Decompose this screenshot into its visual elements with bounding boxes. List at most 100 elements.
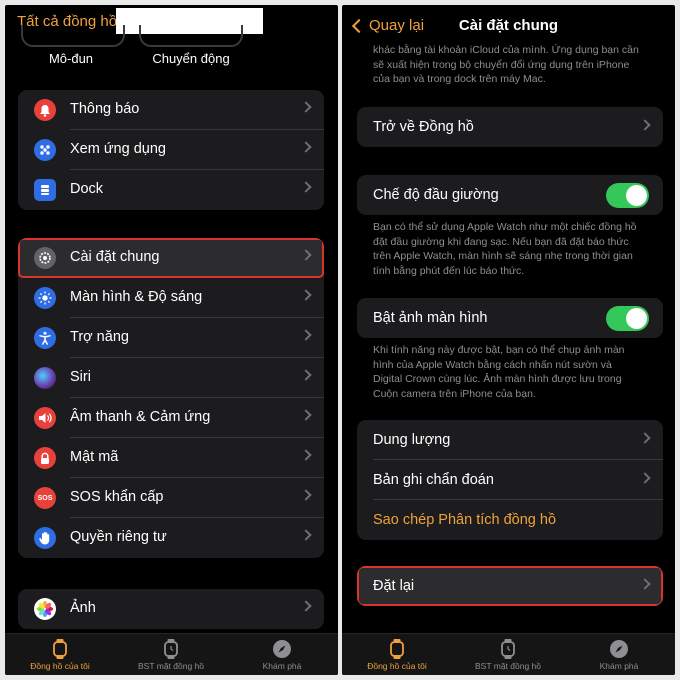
- menu-item-label: Trợ năng: [70, 329, 129, 345]
- screenshots-description: Khi tính năng này được bật, bạn có thể c…: [373, 344, 625, 400]
- menu-item-label: Âm thanh & Cảm ứng: [70, 409, 211, 425]
- chevron-right-icon: [639, 472, 651, 484]
- chevron-right-icon: [300, 449, 312, 461]
- compass-icon: [273, 640, 291, 658]
- menu-item-dock[interactable]: Dock: [18, 170, 324, 210]
- chevron-right-icon: [300, 489, 312, 501]
- chevron-right-icon: [300, 600, 312, 612]
- reset-group: Đặt lại: [357, 566, 663, 606]
- copy-watch-analytics-item[interactable]: Sao chép Phân tích đồng hồ: [357, 500, 663, 540]
- settings-group-2: Cài đặt chung Màn hình & Độ sáng Trợ năn…: [18, 238, 324, 558]
- chevron-right-icon: [639, 119, 651, 131]
- hand-icon: [34, 527, 56, 549]
- modules-button[interactable]: [21, 25, 125, 47]
- right-header: Quay lại Cài đặt chung: [342, 5, 675, 47]
- sos-icon: SOS: [34, 487, 56, 509]
- reset-item[interactable]: Đặt lại: [357, 566, 663, 606]
- watch-face-icon: [501, 639, 515, 659]
- menu-item-general[interactable]: Cài đặt chung: [18, 238, 324, 278]
- top-button-labels: Mô-đun Chuyển động: [5, 51, 338, 71]
- chevron-right-icon: [300, 101, 312, 113]
- tab-label: BST mặt đồng hồ: [138, 661, 204, 671]
- watch-icon: [53, 639, 67, 659]
- menu-item-accessibility[interactable]: Trợ năng: [18, 318, 324, 358]
- left-screen: Tất cả đồng hồ Mô-đun Chuyển động Thông …: [5, 5, 338, 675]
- siri-icon: [34, 367, 56, 389]
- menu-item-photos[interactable]: Ảnh: [18, 589, 324, 629]
- item-label: Chế độ đầu giường: [373, 187, 499, 203]
- handoff-description: khác bằng tài khoản iCloud của mình. Ứng…: [373, 44, 639, 86]
- tab-my-watch[interactable]: Đồng hồ của tôi: [5, 636, 115, 671]
- menu-item-notifications[interactable]: Thông báo: [18, 90, 324, 130]
- bell-icon: [34, 99, 56, 121]
- toggle-knob: [626, 308, 647, 329]
- tab-label: Đồng hồ của tôi: [30, 661, 90, 671]
- menu-item-label: Thông báo: [70, 101, 140, 117]
- tab-discover[interactable]: Khám phá: [227, 636, 337, 671]
- menu-item-emergency-sos[interactable]: SOS SOS khẩn cấp: [18, 478, 324, 518]
- item-label: Bản ghi chẩn đoán: [373, 472, 494, 488]
- page-title: Cài đặt chung: [458, 17, 559, 34]
- watch-icon: [390, 639, 404, 659]
- tab-face-gallery[interactable]: BST mặt đồng hồ: [116, 636, 226, 671]
- tab-label: BST mặt đồng hồ: [475, 661, 541, 671]
- screenshots-toggle[interactable]: [606, 306, 649, 331]
- tab-bar: Đồng hồ của tôi BST mặt đồng hồ Khám phá: [342, 633, 675, 675]
- chevron-right-icon: [300, 141, 312, 153]
- screenshots-group: Bật ảnh màn hình: [357, 298, 663, 338]
- tab-bar: Đồng hồ của tôi BST mặt đồng hồ Khám phá: [5, 633, 338, 675]
- nightstand-group: Chế độ đầu giường: [357, 175, 663, 215]
- menu-item-app-view[interactable]: Xem ứng dụng: [18, 130, 324, 170]
- storage-group: Dung lượng Bản ghi chẩn đoán Sao chép Ph…: [357, 420, 663, 540]
- chevron-right-icon: [300, 329, 312, 341]
- storage-item[interactable]: Dung lượng: [357, 420, 663, 460]
- menu-item-label: Ảnh: [70, 600, 96, 616]
- motion-label: Chuyển động: [152, 51, 230, 66]
- dock-icon: [34, 179, 56, 201]
- motion-button[interactable]: [139, 25, 243, 47]
- nightstand-description: Bạn có thể sử dụng Apple Watch như một c…: [373, 221, 637, 277]
- menu-item-privacy[interactable]: Quyền riêng tư: [18, 518, 324, 558]
- menu-item-passcode[interactable]: Mật mã: [18, 438, 324, 478]
- menu-item-siri[interactable]: Siri: [18, 358, 324, 398]
- chevron-right-icon: [300, 409, 312, 421]
- return-to-clock-item[interactable]: Trở về Đồng hồ: [357, 107, 663, 147]
- compass-icon: [610, 640, 628, 658]
- toggle-knob: [626, 185, 647, 206]
- chevron-right-icon: [639, 578, 651, 590]
- chevron-right-icon: [300, 369, 312, 381]
- tab-discover[interactable]: Khám phá: [564, 636, 674, 671]
- tab-my-watch[interactable]: Đồng hồ của tôi: [342, 636, 452, 671]
- chevron-right-icon: [300, 289, 312, 301]
- menu-item-label: Mật mã: [70, 449, 119, 465]
- watch-face-icon: [164, 639, 178, 659]
- gear-icon: [34, 247, 56, 269]
- item-label: Bật ảnh màn hình: [373, 310, 488, 326]
- return-clock-group: Trở về Đồng hồ: [357, 107, 663, 147]
- nightstand-toggle[interactable]: [606, 183, 649, 208]
- menu-item-display-brightness[interactable]: Màn hình & Độ sáng: [18, 278, 324, 318]
- tab-face-gallery[interactable]: BST mặt đồng hồ: [453, 636, 563, 671]
- tab-label: Khám phá: [599, 661, 639, 671]
- right-screen: Quay lại Cài đặt chung khác bằng tài kho…: [342, 5, 675, 675]
- modules-label: Mô-đun: [48, 51, 94, 66]
- nightstand-mode-item: Chế độ đầu giường: [357, 175, 663, 215]
- chevron-right-icon: [300, 249, 312, 261]
- menu-item-label: Dock: [70, 181, 104, 197]
- menu-item-sounds-haptics[interactable]: Âm thanh & Cảm ứng: [18, 398, 324, 438]
- item-label: Đặt lại: [373, 578, 415, 594]
- screenshots-item: Bật ảnh màn hình: [357, 298, 663, 338]
- sun-icon: [34, 287, 56, 309]
- menu-item-label: Xem ứng dụng: [70, 141, 166, 157]
- menu-item-label: Màn hình & Độ sáng: [70, 289, 203, 305]
- accessibility-icon: [34, 327, 56, 349]
- item-label: Dung lượng: [373, 432, 451, 448]
- chevron-right-icon: [300, 181, 312, 193]
- settings-group-1: Thông báo Xem ứng dụng Dock: [18, 90, 324, 210]
- tab-label: Khám phá: [262, 661, 302, 671]
- diagnostic-logs-item[interactable]: Bản ghi chẩn đoán: [357, 460, 663, 500]
- photos-icon: [34, 598, 56, 620]
- tab-label: Đồng hồ của tôi: [367, 661, 427, 671]
- settings-group-3: Ảnh: [18, 589, 324, 629]
- menu-item-label: Cài đặt chung: [70, 249, 160, 265]
